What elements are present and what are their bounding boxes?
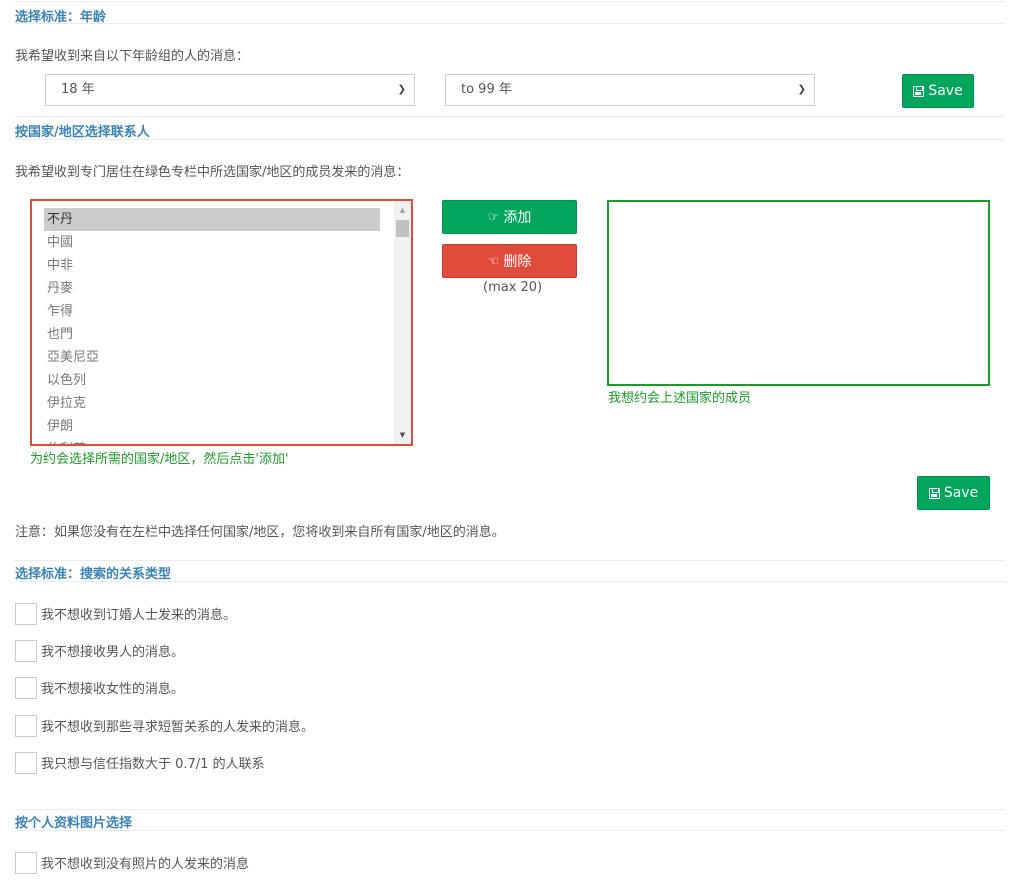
divider <box>15 116 1005 117</box>
floppy-disk-icon <box>928 487 940 499</box>
max-note: (max 20) <box>483 280 543 295</box>
age-from-select[interactable]: 18 年 ❯ <box>45 74 415 106</box>
checkbox-label: 我只想与信任指数大于 0.7/1 的人联系 <box>41 757 265 772</box>
checkbox-no-engaged[interactable] <box>15 603 37 625</box>
country-option[interactable]: 伊拉克 <box>44 392 380 415</box>
divider <box>15 23 1005 24</box>
floppy-disk-icon <box>913 85 925 97</box>
country-option[interactable]: 以色列 <box>44 369 380 392</box>
divider <box>15 809 1005 810</box>
country-option[interactable]: 中非 <box>44 254 380 277</box>
age-description: 我希望收到来自以下年龄组的人的消息： <box>15 49 250 64</box>
selected-countries-list[interactable] <box>607 200 990 386</box>
country-note: 注意：如果您没有在左栏中选择任何国家/地区，您将收到来自所有国家/地区的消息。 <box>15 525 505 540</box>
checkbox-label: 我不想接收男人的消息。 <box>41 645 185 660</box>
save-label: Save <box>943 485 979 501</box>
selected-countries-hint: 我想约会上述国家的成员 <box>608 391 752 406</box>
divider <box>15 560 1005 561</box>
age-to-value: to 99 年 <box>461 82 512 97</box>
scrollbar[interactable]: ▲ ▼ <box>394 201 411 444</box>
country-description: 我希望收到专门居住在绿色专栏中所选国家/地区的成员发来的消息： <box>15 165 410 180</box>
checkbox-no-short-term[interactable] <box>15 715 37 737</box>
hand-point-left-icon: ☜ <box>487 253 500 269</box>
age-to-select[interactable]: to 99 年 ❯ <box>445 74 815 106</box>
checkbox-no-women[interactable] <box>15 677 37 699</box>
country-option[interactable]: 伊朗 <box>44 415 380 438</box>
hand-point-right-icon: ☞ <box>487 209 500 225</box>
checkbox-label: 我不想收到没有照片的人发来的消息 <box>41 857 250 872</box>
relationship-section-title: 选择标准：搜索的关系类型 <box>15 567 172 582</box>
divider <box>15 581 1005 582</box>
save-label: Save <box>928 83 963 99</box>
add-country-button[interactable]: ☞ 添加 <box>442 200 577 234</box>
checkbox-label: 我不想收到订婚人士发来的消息。 <box>41 608 237 623</box>
country-option[interactable]: 也門 <box>44 323 380 346</box>
divider <box>15 830 1005 831</box>
divider <box>15 1 1005 2</box>
checkbox-no-photo[interactable] <box>15 852 37 874</box>
country-option[interactable]: 乍得 <box>44 300 380 323</box>
checkbox-trust-index[interactable] <box>15 752 37 774</box>
checkbox-label: 我不想收到那些寻求短暂关系的人发来的消息。 <box>41 720 315 735</box>
age-save-button[interactable]: Save <box>902 74 974 108</box>
country-option[interactable]: 不丹 <box>44 208 380 231</box>
divider <box>15 139 1005 140</box>
country-section-title: 按国家/地区选择联系人 <box>15 125 150 140</box>
country-option[interactable]: 伯利茲 <box>44 438 380 444</box>
scroll-up-arrow-icon[interactable]: ▲ <box>394 203 411 217</box>
available-countries-hint: 为约会选择所需的国家/地区，然后点击'添加' <box>30 452 289 467</box>
country-option[interactable]: 亞美尼亞 <box>44 346 380 369</box>
remove-label: 删除 <box>503 254 532 270</box>
country-option[interactable]: 丹麥 <box>44 277 380 300</box>
photo-section-title: 按个人资料图片选择 <box>15 816 133 831</box>
remove-country-button[interactable]: ☜ 删除 <box>442 244 577 278</box>
chevron-down-icon: ❯ <box>397 84 406 95</box>
scroll-down-arrow-icon[interactable]: ▼ <box>394 428 411 442</box>
checkbox-no-men[interactable] <box>15 640 37 662</box>
country-save-button[interactable]: Save <box>917 476 990 510</box>
age-from-value: 18 年 <box>61 82 95 97</box>
checkbox-label: 我不想接收女性的消息。 <box>41 682 185 697</box>
add-label: 添加 <box>503 210 532 226</box>
country-option[interactable]: 中國 <box>44 231 380 254</box>
scrollbar-thumb[interactable] <box>396 220 409 237</box>
available-countries-list[interactable]: 不丹中國中非丹麥乍得也門亞美尼亞以色列伊拉克伊朗伯利茲 ▲ ▼ <box>30 199 413 446</box>
chevron-down-icon: ❯ <box>797 84 806 95</box>
